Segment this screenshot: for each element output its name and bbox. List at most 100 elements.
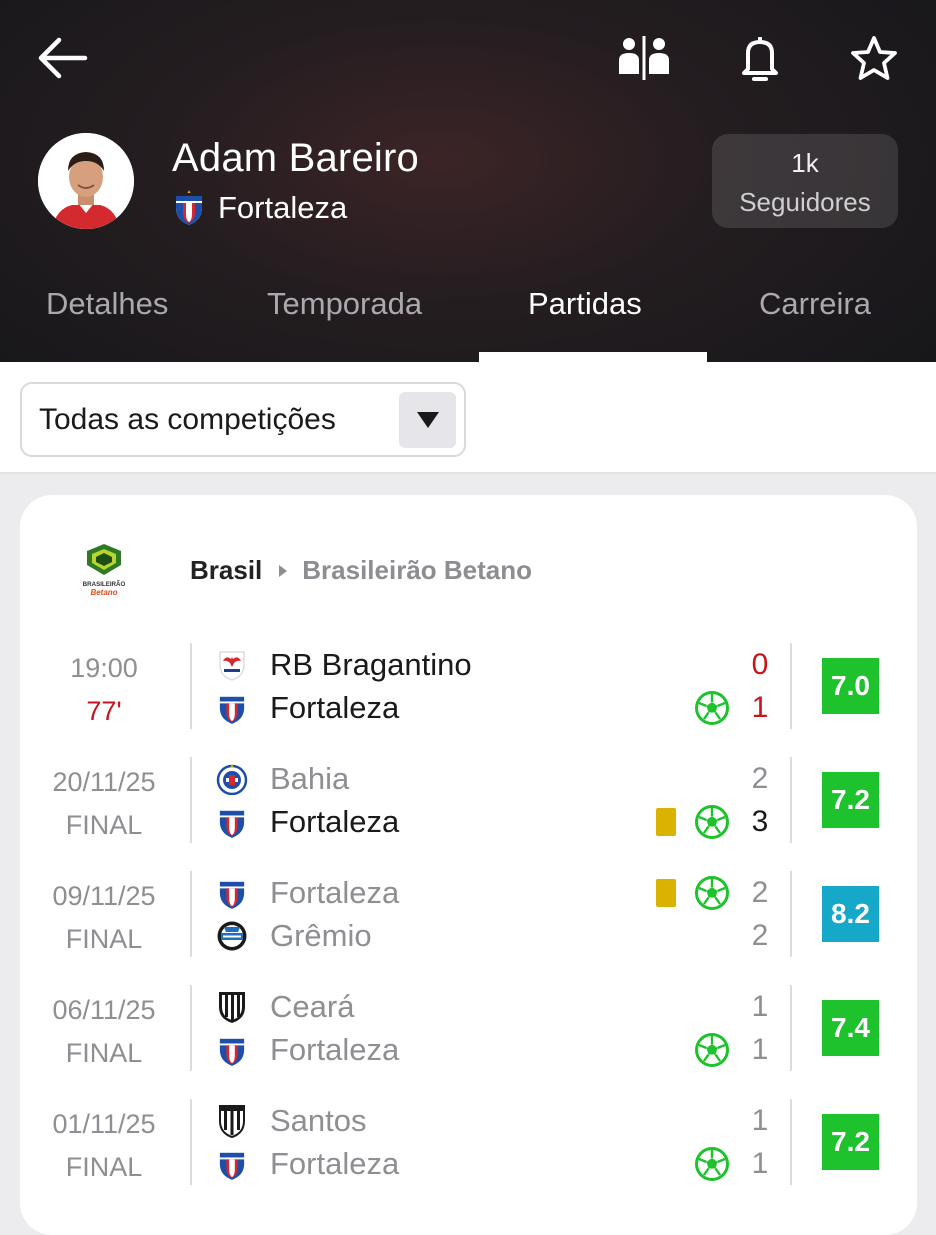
goal-ball-icon [695,686,729,729]
matches-card: BRASILEIRÃO Betano Brasil Brasileirão Be… [20,495,917,1235]
tab-partidas[interactable]: Partidas [528,286,642,322]
match-row[interactable]: 20/11/25 FINAL Bahia Fortaleza 2 3 7.2 [20,757,917,849]
divider [790,871,792,957]
match-status: FINAL [65,810,143,840]
competition-select-value: Todas as competições [39,402,336,436]
match-date: 06/11/25 [52,995,156,1025]
followers-count: 1k [791,148,819,178]
team-name: Grêmio [270,917,372,953]
divider [790,757,792,843]
match-date: 20/11/25 [52,767,156,797]
match-row[interactable]: 09/11/25 FINAL Fortaleza Grêmio 2 2 8.2 [20,871,917,963]
compare-icon [619,36,669,80]
match-time: 06/11/25 FINAL [20,989,188,1075]
player-rating: 7.4 [822,1000,879,1056]
home-team: Santos [216,1099,367,1142]
match-time: 19:00 77' [20,647,188,733]
tab-temporada[interactable]: Temporada [267,286,422,322]
divider [190,871,192,957]
team-name: Bahia [270,760,350,796]
away-team: Fortaleza [216,1142,399,1185]
team-name: RB Bragantino [270,646,472,682]
divider [790,1099,792,1185]
match-status: FINAL [65,1152,143,1182]
star-icon [851,36,897,80]
kickoff-time: 19:00 [70,653,138,683]
team-name: Santos [270,1102,367,1138]
team-name: Ceará [270,988,355,1024]
santos-crest-icon [216,1104,248,1138]
match-date: 09/11/25 [52,881,156,911]
dropdown-arrow[interactable] [399,392,456,448]
live-minute: 77' [86,696,122,726]
divider [790,643,792,729]
competition-select[interactable]: Todas as competições [20,382,466,457]
home-team: Fortaleza [216,871,399,914]
player-rating: 7.0 [822,658,879,714]
home-score: 1 [751,1104,769,1137]
player-team[interactable]: Fortaleza [174,190,347,226]
back-button[interactable] [30,26,94,90]
player-rating: 7.2 [822,772,879,828]
player-avatar [38,133,134,229]
away-score: 1 [751,691,769,724]
home-team: RB Bragantino [216,643,472,686]
match-date: 01/11/25 [52,1109,156,1139]
match-row[interactable]: 06/11/25 FINAL Ceará Fortaleza 1 1 7.4 [20,985,917,1077]
match-time: 09/11/25 FINAL [20,875,188,961]
gremio-crest-icon [216,920,248,952]
away-score: 3 [751,805,769,838]
ceara-crest-icon [216,991,248,1023]
competition-header[interactable]: BRASILEIRÃO Betano Brasil Brasileirão Be… [20,495,917,635]
home-score: 2 [751,876,769,909]
match-row[interactable]: 01/11/25 FINAL Santos Fortaleza 1 1 7.2 [20,1099,917,1191]
yellow-card-icon [656,800,676,843]
away-team: Fortaleza [216,800,399,843]
match-time: 01/11/25 FINAL [20,1103,188,1189]
team-name: Fortaleza [270,874,400,910]
filter-bar: Todas as competições [0,362,936,474]
logo-text-1: BRASILEIRÃO [83,581,126,588]
away-team: Grêmio [216,914,372,957]
divider [190,643,192,729]
triangle-down-icon [416,412,439,428]
home-team: Ceará [216,985,354,1028]
tab-bar: Detalhes Temporada Partidas Carreira [0,280,936,362]
player-name: Adam Bareiro [172,136,419,180]
match-row[interactable]: 19:00 77' RB Bragantino Fortaleza 0 1 7.… [20,643,917,735]
match-status: FINAL [65,1038,143,1068]
home-team: Bahia [216,757,349,800]
player-header: Adam Bareiro Fortaleza 1k Seguidores Det… [0,0,936,362]
home-score: 0 [751,648,769,681]
followers-label: Seguidores [739,187,871,217]
goal-ball-icon [695,1142,729,1185]
home-score: 2 [751,762,769,795]
bragantino-crest-icon [216,649,248,681]
match-status: FINAL [65,924,143,954]
yellow-card-icon [656,871,676,914]
notifications-button[interactable] [728,26,792,90]
away-team: Fortaleza [216,1028,399,1071]
followers-box[interactable]: 1k Seguidores [712,134,898,228]
fortaleza-crest-icon [216,806,248,838]
divider [190,1099,192,1185]
away-score: 1 [751,1033,769,1066]
tab-carreira[interactable]: Carreira [759,286,871,322]
brasileirao-logo: BRASILEIRÃO Betano [83,544,126,597]
match-time: 20/11/25 FINAL [20,761,188,847]
fortaleza-crest-icon [216,692,248,724]
team-name: Fortaleza [270,689,400,725]
breadcrumb-country: Brasil [190,555,263,585]
favorite-button[interactable] [842,26,906,90]
compare-button[interactable] [612,26,676,90]
team-name: Fortaleza [218,190,348,225]
tab-detalhes[interactable]: Detalhes [46,286,168,322]
goal-ball-icon [695,1028,729,1071]
divider [790,985,792,1071]
away-score: 1 [751,1147,769,1180]
breadcrumb: Brasil Brasileirão Betano [190,555,532,586]
active-tab-indicator [479,352,707,362]
home-score: 1 [751,990,769,1023]
player-rating: 7.2 [822,1114,879,1170]
team-name: Fortaleza [270,803,400,839]
